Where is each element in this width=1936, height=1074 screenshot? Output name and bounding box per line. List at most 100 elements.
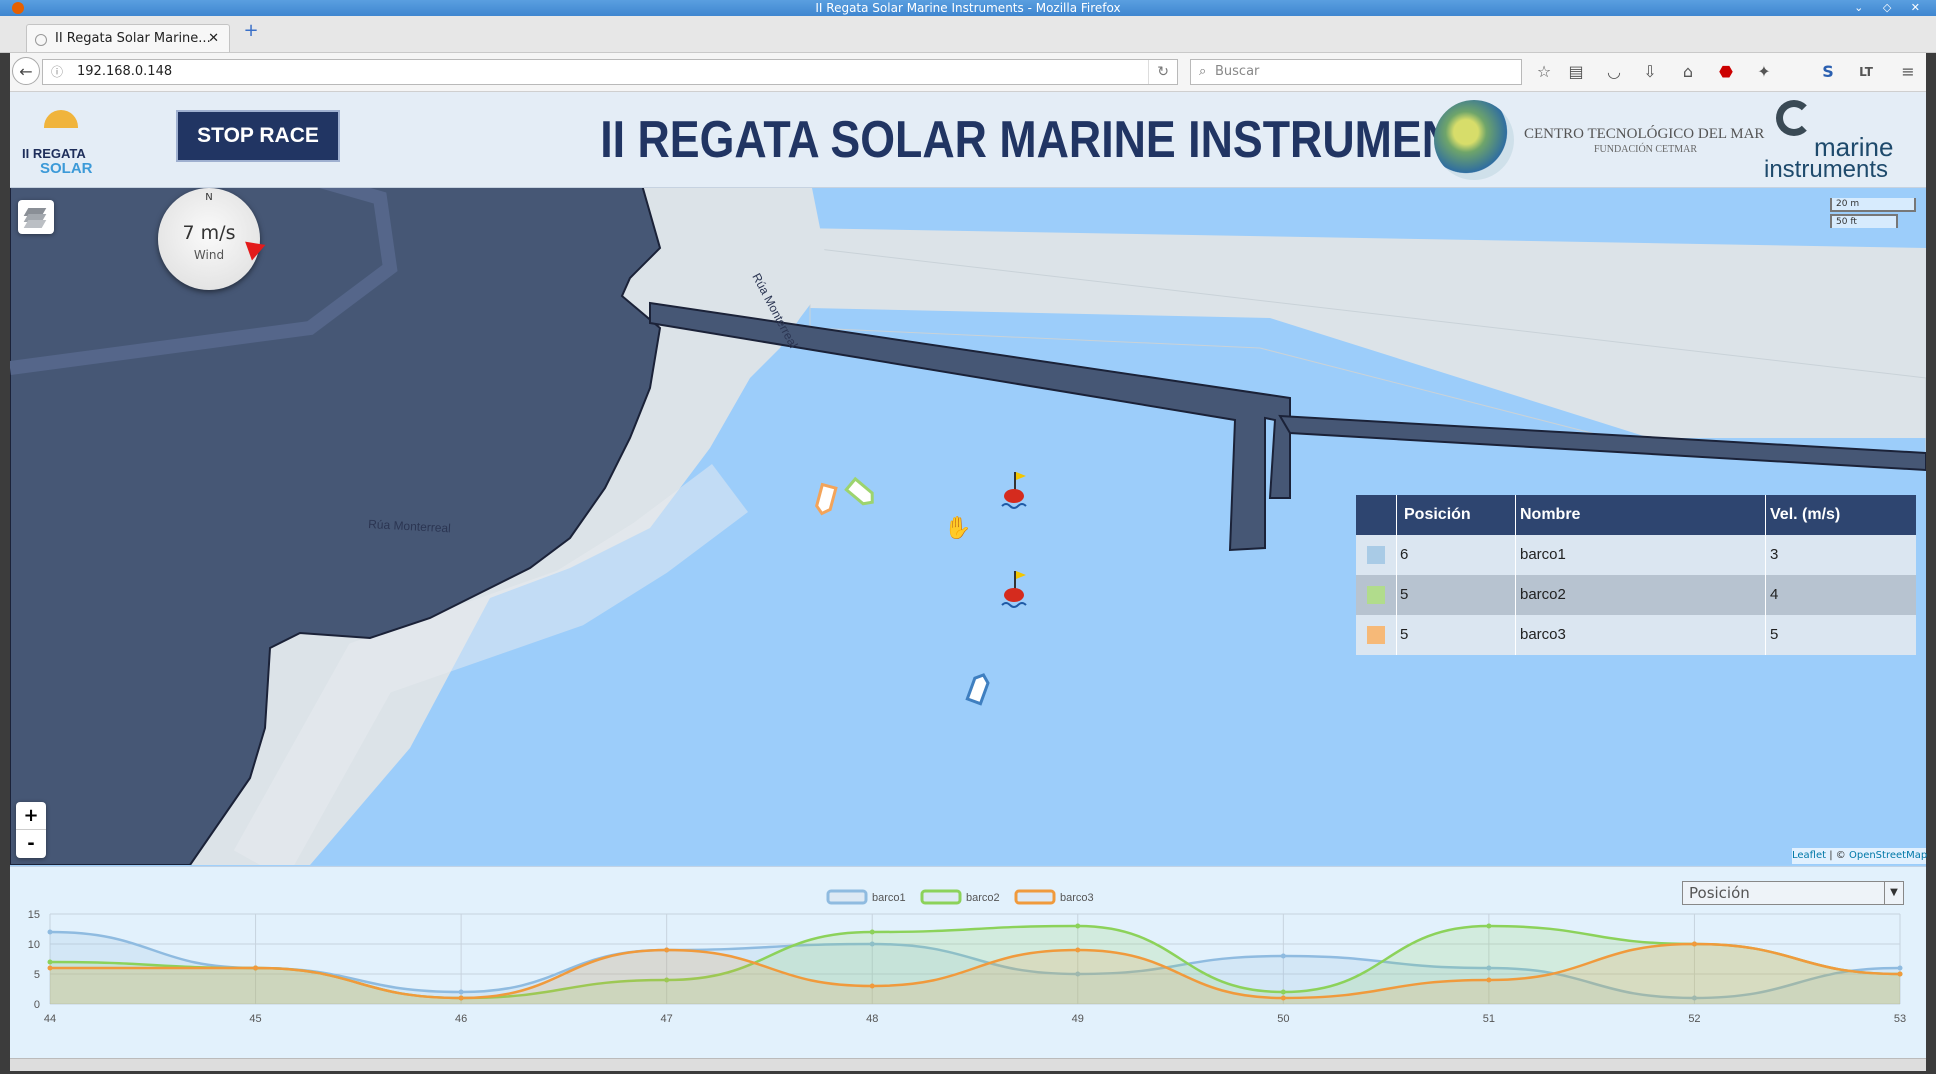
row-position: 5 bbox=[1396, 575, 1516, 615]
bookmark-star-icon[interactable]: ☆ bbox=[1534, 62, 1554, 82]
sponsor-line2: instruments bbox=[1764, 156, 1889, 183]
data-point-barco3 bbox=[664, 947, 670, 953]
attribution-separator: | © bbox=[1826, 850, 1849, 861]
window-title: II Regata Solar Marine Instruments - Moz… bbox=[815, 1, 1121, 15]
header-name: Nombre bbox=[1516, 495, 1766, 535]
data-point-barco3 bbox=[1691, 941, 1697, 947]
position-chart: 0 5 10 15 44 45 46 47 48 49 50 51 52 53 barco1 barco2 ba… bbox=[28, 889, 1906, 1025]
zoom-out-button[interactable]: - bbox=[16, 830, 46, 857]
x-tick-label: 52 bbox=[1688, 1013, 1700, 1025]
y-tick-label: 0 bbox=[34, 999, 40, 1011]
logo-line2: SOLAR bbox=[40, 160, 93, 177]
x-tick-label: 47 bbox=[661, 1013, 673, 1025]
download-icon[interactable]: ⇩ bbox=[1640, 62, 1660, 82]
data-point-barco1 bbox=[1897, 965, 1903, 971]
reload-icon[interactable]: ↻ bbox=[1148, 60, 1169, 84]
x-tick-label: 44 bbox=[44, 1013, 56, 1025]
partner-name: CENTRO TECNOLÓGICO DEL MAR bbox=[1524, 126, 1765, 142]
legend-label-barco3: barco3 bbox=[1060, 892, 1094, 904]
data-point-barco1 bbox=[458, 989, 464, 995]
cetmar-logo: CENTRO TECNOLÓGICO DEL MAR FUNDACIÓN CET… bbox=[1432, 98, 1764, 180]
zoom-in-button[interactable]: + bbox=[16, 802, 46, 830]
site-info-icon[interactable]: ⓘ bbox=[51, 60, 63, 84]
cetmar-globe-icon bbox=[1434, 100, 1514, 180]
scale-imperial: 50 ft bbox=[1830, 214, 1898, 228]
firefox-icon bbox=[12, 2, 24, 14]
regata-logo: II REGATA SOLAR bbox=[20, 106, 100, 182]
swatch-cell bbox=[1356, 535, 1397, 575]
row-speed: 4 bbox=[1770, 586, 1779, 603]
url-bar[interactable]: ⓘ 192.168.0.148 ↻ bbox=[42, 59, 1178, 85]
layers-icon-bottom bbox=[23, 220, 47, 228]
back-button[interactable]: ← bbox=[12, 57, 40, 85]
menu-icon[interactable]: ≡ bbox=[1898, 62, 1918, 82]
x-tick-label: 48 bbox=[866, 1013, 878, 1025]
metric-select-value: Posición bbox=[1689, 884, 1750, 902]
hand-cursor-icon: ✋ bbox=[944, 516, 972, 541]
page-title: II REGATA SOLAR MARINE INSTRUMENTS bbox=[600, 111, 1512, 169]
row-name: barco2 bbox=[1516, 575, 1766, 615]
chevron-down-icon[interactable]: ▼ bbox=[1884, 882, 1903, 904]
adblock-icon[interactable]: ⬣ bbox=[1716, 62, 1736, 82]
new-tab-icon[interactable]: + bbox=[242, 22, 260, 40]
color-swatch bbox=[1367, 626, 1385, 644]
header-swatch-cell bbox=[1356, 495, 1397, 535]
marine-instruments-logo: marine instruments bbox=[1762, 96, 1922, 183]
data-point-barco2 bbox=[47, 959, 53, 965]
stop-race-button[interactable]: STOP RACE bbox=[176, 110, 340, 162]
data-point-barco2 bbox=[1075, 923, 1081, 929]
wind-label: Wind bbox=[193, 248, 225, 262]
x-tick-label: 46 bbox=[455, 1013, 467, 1025]
data-point-barco2 bbox=[1280, 989, 1286, 995]
row-name: barco3 bbox=[1516, 615, 1766, 655]
compass-north-label: N bbox=[205, 192, 213, 203]
sun-icon bbox=[44, 110, 78, 128]
lt-extension-icon[interactable]: LT bbox=[1856, 62, 1876, 82]
x-tick-label: 50 bbox=[1277, 1013, 1289, 1025]
metric-select[interactable]: Posición ▼ bbox=[1682, 881, 1904, 905]
extension-icon[interactable]: ✦ bbox=[1754, 62, 1774, 82]
standings-row: 5 barco2 4 bbox=[1356, 575, 1916, 615]
data-point-barco1 bbox=[1280, 953, 1286, 959]
data-point-barco3 bbox=[47, 965, 53, 971]
window-controls[interactable]: ⌄ ◇ ✕ bbox=[1854, 0, 1928, 16]
search-bar[interactable]: ⌕ Buscar bbox=[1190, 59, 1522, 85]
legend-label-barco1: barco1 bbox=[872, 892, 906, 904]
y-tick-label: 5 bbox=[34, 969, 40, 981]
swatch-cell bbox=[1356, 575, 1397, 615]
leaflet-link[interactable]: Leaflet bbox=[1792, 850, 1826, 861]
color-swatch bbox=[1367, 546, 1385, 564]
standings-row: 6 barco1 3 bbox=[1356, 535, 1916, 575]
y-tick-label: 10 bbox=[28, 939, 40, 951]
horizontal-scrollbar[interactable] bbox=[10, 1058, 1926, 1071]
partner-subtitle: FUNDACIÓN CETMAR bbox=[1594, 144, 1698, 155]
data-point-barco3 bbox=[458, 995, 464, 1001]
legend-swatch-barco3 bbox=[1014, 889, 1056, 905]
pocket-icon[interactable]: ◡ bbox=[1604, 62, 1624, 82]
data-point-barco1 bbox=[47, 929, 53, 935]
data-point-barco3 bbox=[1897, 971, 1903, 977]
home-icon[interactable]: ⌂ bbox=[1678, 62, 1698, 82]
osm-link[interactable]: OpenStreetMap bbox=[1849, 850, 1927, 861]
s-extension-icon[interactable]: S bbox=[1818, 62, 1838, 82]
header-speed: Vel. (m/s) bbox=[1770, 506, 1841, 523]
data-point-barco3 bbox=[1486, 977, 1492, 983]
row-position: 6 bbox=[1396, 535, 1516, 575]
legend-swatch-barco1 bbox=[826, 889, 868, 905]
tab-strip: II Regata Solar Marine... ✕ bbox=[0, 16, 1936, 53]
data-point-barco2 bbox=[1486, 923, 1492, 929]
page-favicon-icon bbox=[35, 34, 47, 46]
window-titlebar: II Regata Solar Marine Instruments - Moz… bbox=[0, 0, 1936, 16]
url-text[interactable]: 192.168.0.148 bbox=[77, 60, 172, 84]
browser-tab[interactable]: II Regata Solar Marine... ✕ bbox=[26, 24, 230, 52]
search-icon: ⌕ bbox=[1199, 64, 1207, 79]
close-tab-icon[interactable]: ✕ bbox=[208, 25, 219, 53]
reading-list-icon[interactable]: ▤ bbox=[1566, 62, 1586, 82]
row-name: barco1 bbox=[1516, 535, 1766, 575]
layers-button[interactable] bbox=[18, 200, 54, 234]
map-attribution: Leaflet | © OpenStreetMap bbox=[1792, 848, 1927, 864]
zoom-control: + - bbox=[16, 802, 46, 858]
row-speed: 3 bbox=[1770, 546, 1779, 563]
search-placeholder: Buscar bbox=[1215, 64, 1260, 79]
legend-label-barco2: barco2 bbox=[966, 892, 1000, 904]
